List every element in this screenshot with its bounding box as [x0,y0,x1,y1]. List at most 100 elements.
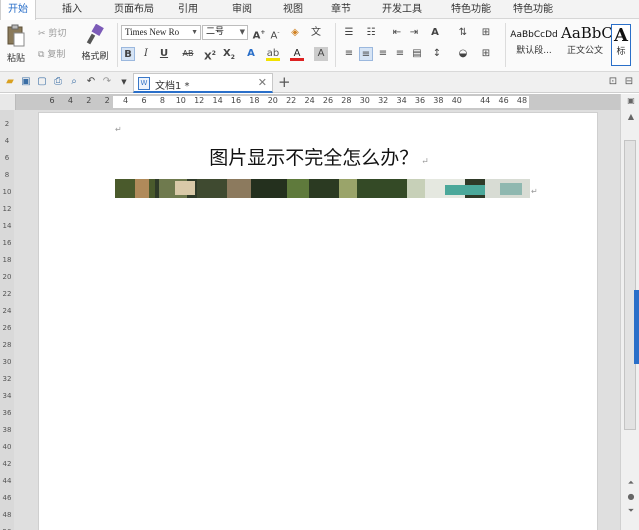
ruler-number: 24 [2,307,12,315]
tab-review[interactable]: 审阅 [216,0,268,19]
ruler-number: 22 [286,96,297,105]
numbered-list-icon[interactable]: ☷ [364,26,378,40]
shading-icon[interactable]: ◒ [456,47,470,61]
tab-home[interactable]: 开始 [0,0,36,20]
text-effect-icon[interactable]: A [244,47,258,61]
tab-features-2[interactable]: 特色功能 [502,0,564,19]
ruler-number: 2 [104,96,110,105]
new-tab-icon[interactable]: + [278,73,291,91]
clear-format-icon[interactable]: ◈ [288,26,302,40]
paste-icon [7,24,25,47]
superscript-button[interactable]: X2 [203,47,217,62]
output-pdf-icon[interactable]: ▢ [35,75,49,89]
tab-section[interactable]: 章节 [318,0,364,19]
phonetic-guide-icon[interactable]: 文 [309,26,323,40]
document-tab[interactable]: W 文档1 * ✕ [133,73,273,93]
show-marks-icon[interactable]: ⊞ [479,26,493,40]
ruler-number: 14 [2,222,12,230]
highlight-icon[interactable]: ab [266,47,280,61]
justify-icon[interactable]: ≡ [393,47,407,61]
ribbon: 粘贴 ✂ 剪切 ⧉ 复制 格式刷 Times New Ro ▼ 二号 ▼ A+ … [0,19,639,72]
open-folder-icon[interactable]: ▰ [3,75,17,89]
cropped-picture[interactable] [115,179,530,198]
ribbon-collapse-icon[interactable]: ⊡ [606,75,620,89]
tab-features-1[interactable]: 特色功能 [440,0,502,19]
font-name-select[interactable]: Times New Ro ▼ [121,25,201,40]
redo-icon[interactable]: ↷ [100,75,114,89]
paste-label: 粘贴 [6,54,25,64]
print-preview-icon[interactable]: ⌕ [67,75,81,89]
ruler-number: 30 [359,96,370,105]
sort-icon[interactable]: ⇅ [456,26,470,40]
font-size-select[interactable]: 二号 ▼ [202,25,248,40]
ruler-number: 18 [2,256,12,264]
ruler-number: 36 [414,96,426,105]
print-icon[interactable]: ⎙ [51,75,65,89]
ruler-number: 4 [4,137,10,145]
bullet-list-icon[interactable]: ☰ [342,26,356,40]
ruler-number: 28 [2,341,12,349]
ruler-number: 28 [341,96,352,105]
vertical-scrollbar[interactable]: ▣ ▲ ⏶ ● ⏷ [620,94,639,530]
tab-insert[interactable]: 插入 [36,0,108,19]
scroll-up-icon[interactable]: ▲ [625,112,637,121]
paste-button[interactable]: 粘贴 [4,24,28,64]
ruler-number: 42 [2,460,12,468]
copy-button[interactable]: ⧉ 复制 [38,47,65,60]
format-painter-button[interactable]: 格式刷 [78,23,112,62]
align-center-icon[interactable]: ≡ [359,47,373,61]
tab-developer[interactable]: 开发工具 [364,0,440,19]
tab-view[interactable]: 视图 [268,0,318,19]
select-browse-icon[interactable]: ● [625,492,637,501]
shrink-font-button[interactable]: A- [268,26,282,41]
chinese-layout-icon[interactable]: A [428,26,442,40]
ruler-number: 12 [2,205,12,213]
font-color-icon[interactable]: A [290,47,304,61]
ruler-number: 16 [2,239,12,247]
align-left-icon[interactable]: ≡ [342,47,356,61]
document-heading[interactable]: 图片显示不完全怎么办？ ↵ [39,143,599,170]
increase-indent-icon[interactable]: ⇥ [407,26,421,40]
scroll-thumb[interactable] [624,140,636,430]
char-shading-icon[interactable]: A [314,47,328,61]
align-right-icon[interactable]: ≡ [376,47,390,61]
previous-page-icon[interactable]: ⏶ [625,478,637,488]
tab-page-layout[interactable]: 页面布局 [108,0,160,19]
distributed-icon[interactable]: ▤ [410,47,424,61]
ruler-number: 26 [322,96,334,105]
page[interactable]: ↵ 图片显示不完全怎么办？ ↵ ↵ [38,112,598,530]
ruler-number: 38 [2,426,12,434]
style-body[interactable]: AaBbC 正文公文 [561,24,613,66]
style-heading[interactable]: A 标 [611,24,631,66]
help-icon[interactable]: ⊟ [622,75,636,89]
customize-dropdown-icon[interactable]: ▼ [117,75,131,89]
ruler-number: 44 [480,96,491,105]
line-spacing-icon[interactable]: ↕ [430,47,444,61]
bold-button[interactable]: B [121,47,135,61]
document-area[interactable]: ↵ 图片显示不完全怎么办？ ↵ ↵ [14,110,620,530]
paragraph-mark: ↵ [421,157,429,167]
ruler-toggle-icon[interactable]: ▣ [625,96,637,105]
strikethrough-button[interactable]: AB [179,47,197,61]
scissors-icon: ✂ [38,29,46,39]
underline-button[interactable]: U [157,47,171,61]
grow-font-button[interactable]: A+ [252,26,266,41]
decrease-indent-icon[interactable]: ⇤ [390,26,404,40]
document-icon: W [138,77,150,90]
style-default[interactable]: AaBbCcDd 默认段... [509,24,559,66]
ruler-corner[interactable] [0,94,16,110]
ruler-number: 8 [159,96,165,105]
document-tab-title: 文档1 * [155,81,190,92]
ruler-number: 48 [516,96,528,105]
close-icon[interactable]: ✕ [258,76,267,89]
tab-references[interactable]: 引用 [160,0,216,19]
undo-icon[interactable]: ↶ [84,75,98,89]
cut-button[interactable]: ✂ 剪切 [38,26,66,39]
borders-icon[interactable]: ⊞ [479,47,493,61]
horizontal-ruler[interactable]: 6 4 2 2 4 6 8 10 12 14 16 18 20 22 24 26 28 30 32 34 36 38 40 4… [16,94,620,110]
vertical-ruler[interactable]: 2 4 6 8 10 12 14 16 18 20 22 24 26 28 30 32 34 36 38 40 42 44… [0,110,14,530]
save-icon[interactable]: ▣ [19,75,33,89]
italic-button[interactable]: I [139,47,153,61]
next-page-icon[interactable]: ⏷ [625,506,637,516]
subscript-button[interactable]: X2 [222,47,236,61]
